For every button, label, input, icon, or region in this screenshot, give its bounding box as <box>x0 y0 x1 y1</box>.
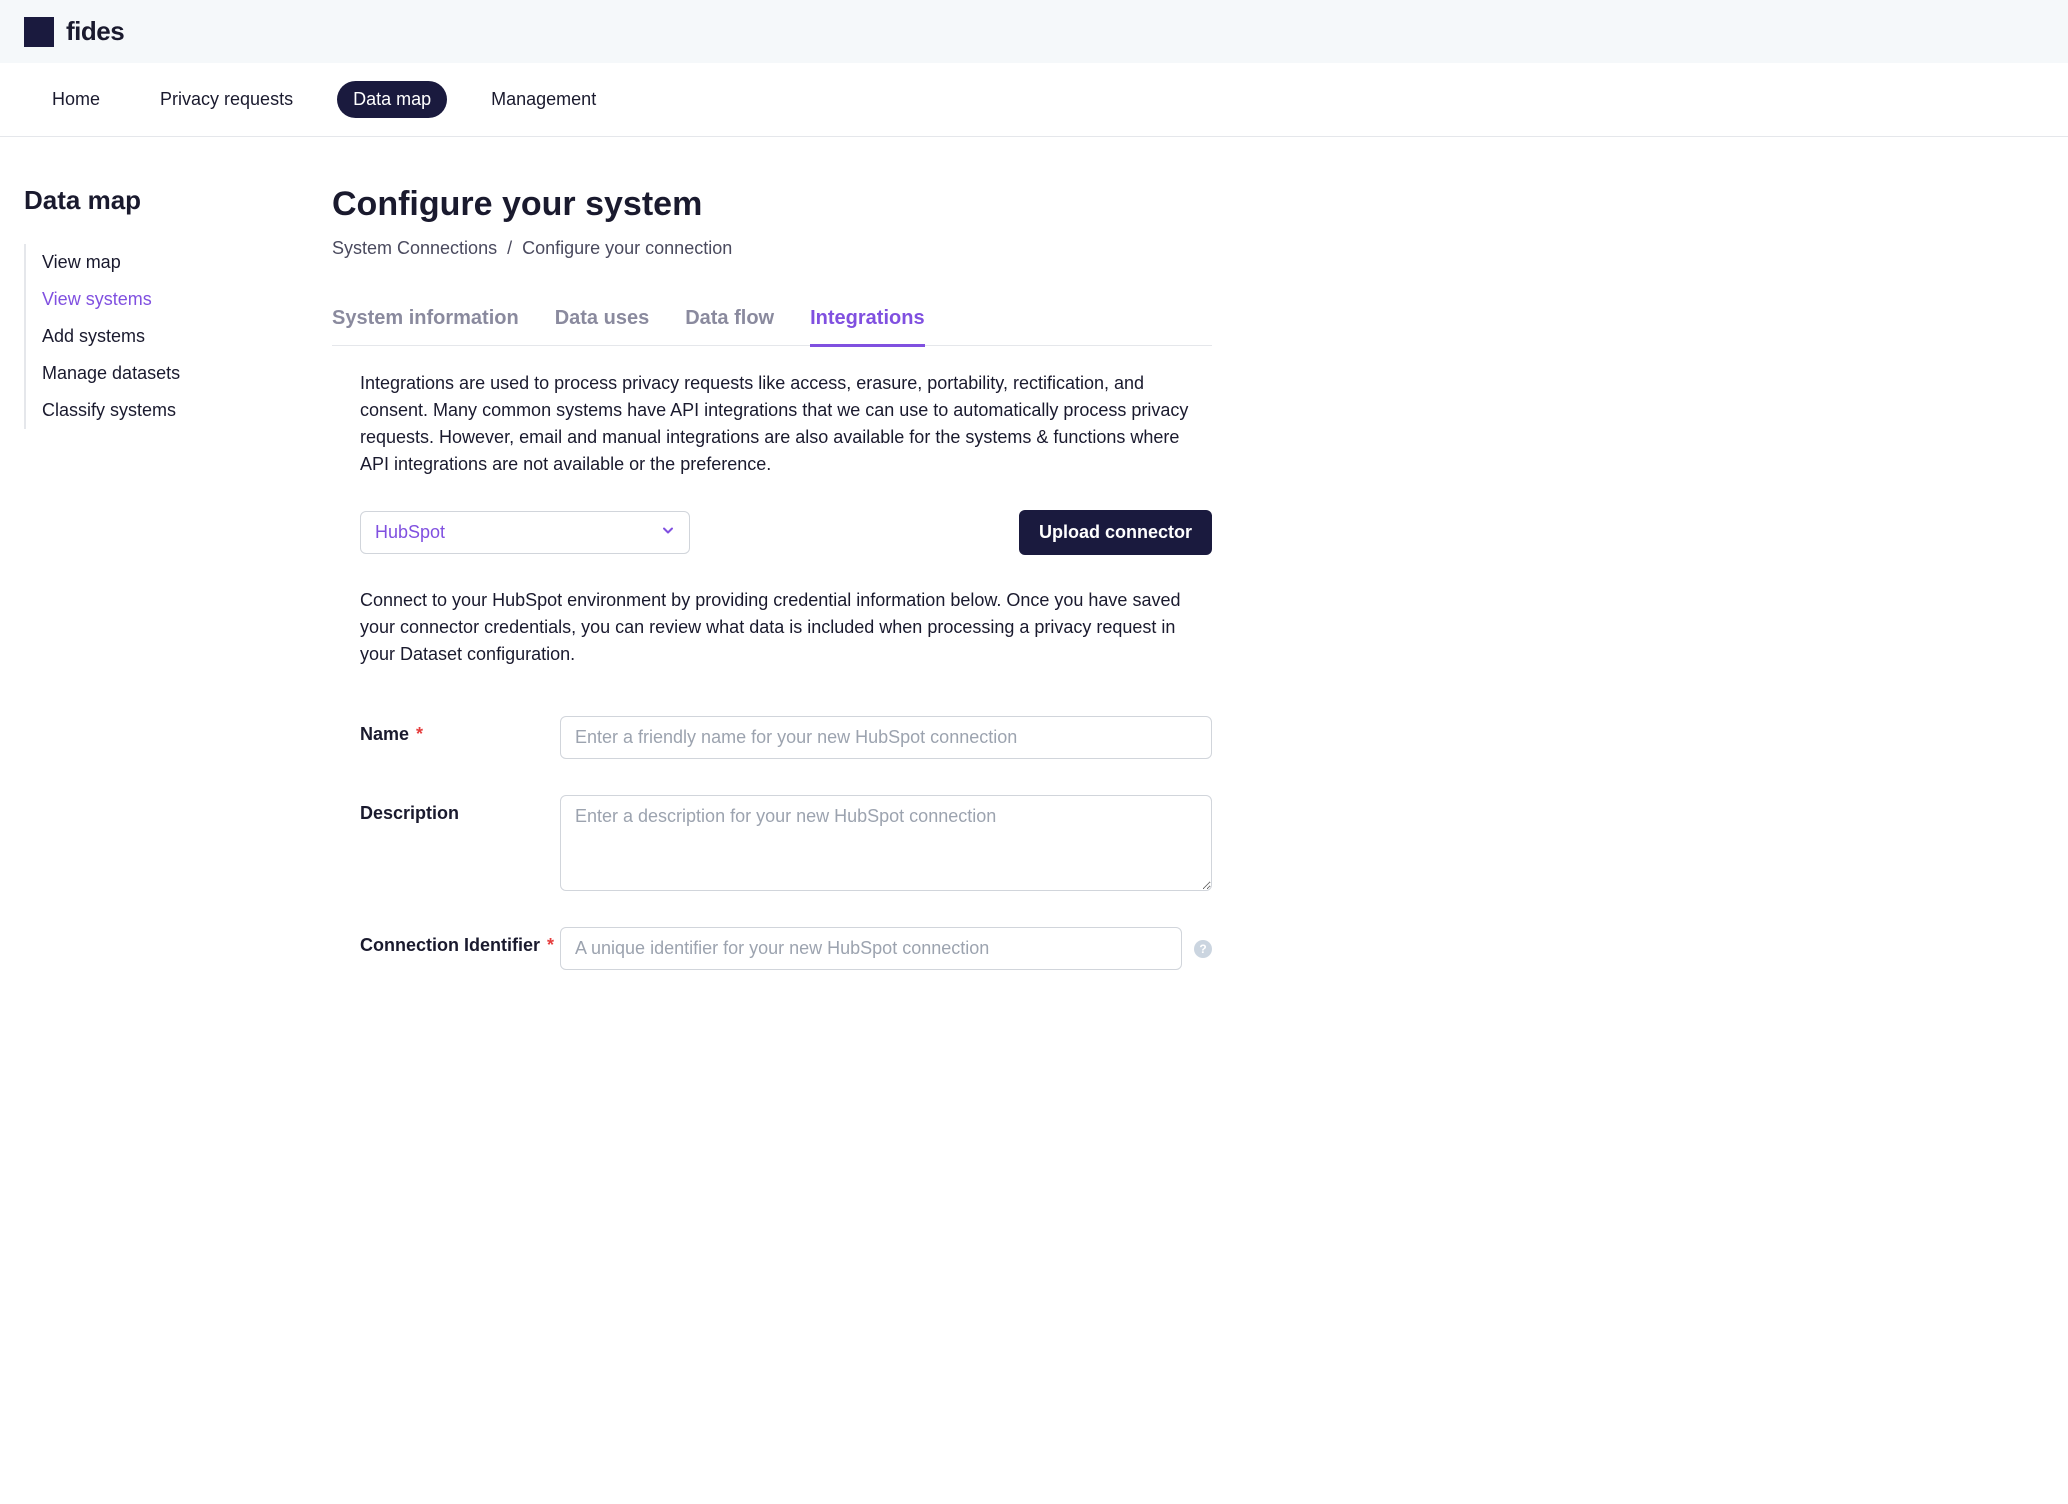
connect-description: Connect to your HubSpot environment by p… <box>332 587 1212 668</box>
tab-system-information[interactable]: System information <box>332 307 519 347</box>
logo-icon <box>24 17 54 47</box>
help-icon[interactable]: ? <box>1194 940 1212 958</box>
logo-text: fides <box>66 16 124 47</box>
breadcrumb-part1[interactable]: System Connections <box>332 238 497 259</box>
nav-home[interactable]: Home <box>36 81 116 118</box>
sidebar-item-classify-systems[interactable]: Classify systems <box>42 392 284 429</box>
sidebar-title: Data map <box>24 185 284 216</box>
form-row-connection-id: Connection Identifier * ? <box>332 927 1212 970</box>
connector-select[interactable]: HubSpot <box>360 511 690 554</box>
page-title: Configure your system <box>332 185 1212 224</box>
name-label: Name * <box>360 716 560 745</box>
nav-data-map[interactable]: Data map <box>337 81 447 118</box>
description-label: Description <box>360 795 560 824</box>
main-nav: Home Privacy requests Data map Managemen… <box>0 63 2068 137</box>
form-row-name: Name * <box>332 716 1212 759</box>
upload-connector-button[interactable]: Upload connector <box>1019 510 1212 555</box>
breadcrumb-separator: / <box>507 238 512 259</box>
sidebar-item-view-map[interactable]: View map <box>42 244 284 281</box>
nav-management[interactable]: Management <box>475 81 612 118</box>
sidebar-item-add-systems[interactable]: Add systems <box>42 318 284 355</box>
name-input[interactable] <box>560 716 1212 759</box>
tab-integrations[interactable]: Integrations <box>810 307 924 347</box>
connection-id-input[interactable] <box>560 927 1182 970</box>
connector-select-value[interactable]: HubSpot <box>360 511 690 554</box>
required-asterisk: * <box>416 724 423 744</box>
description-input[interactable] <box>560 795 1212 891</box>
nav-privacy-requests[interactable]: Privacy requests <box>144 81 309 118</box>
sidebar-item-view-systems[interactable]: View systems <box>42 281 284 318</box>
tab-data-uses[interactable]: Data uses <box>555 307 650 347</box>
breadcrumb-part2: Configure your connection <box>522 238 732 259</box>
sidebar: Data map View map View systems Add syste… <box>24 185 284 1006</box>
main-layout: Data map View map View systems Add syste… <box>0 137 2068 1054</box>
sidebar-item-manage-datasets[interactable]: Manage datasets <box>42 355 284 392</box>
top-header: fides <box>0 0 2068 63</box>
connection-id-label: Connection Identifier * <box>360 927 560 956</box>
required-asterisk: * <box>547 935 554 955</box>
form-row-description: Description <box>332 795 1212 891</box>
sidebar-items: View map View systems Add systems Manage… <box>24 244 284 429</box>
connector-row: HubSpot Upload connector <box>332 510 1212 555</box>
integrations-description: Integrations are used to process privacy… <box>332 370 1212 478</box>
tabs: System information Data uses Data flow I… <box>332 307 1212 346</box>
tab-data-flow[interactable]: Data flow <box>685 307 774 347</box>
content: Configure your system System Connections… <box>332 185 1212 1006</box>
breadcrumb: System Connections / Configure your conn… <box>332 238 1212 259</box>
